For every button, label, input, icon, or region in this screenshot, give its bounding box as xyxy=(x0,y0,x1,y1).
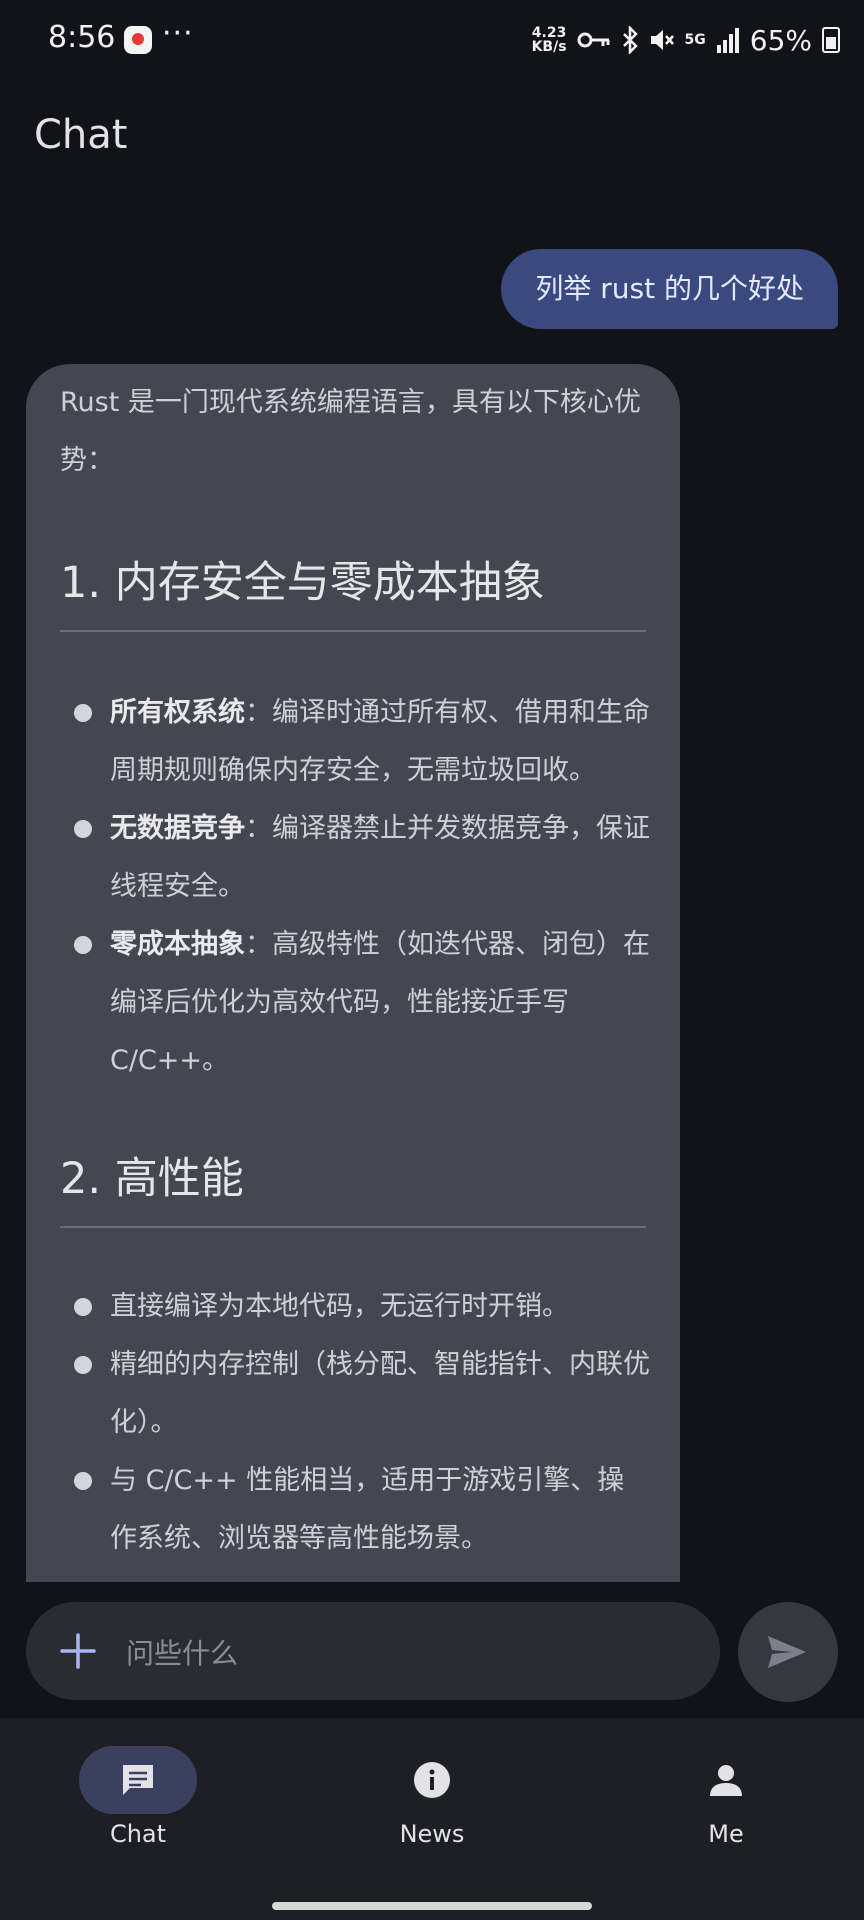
nav-item-news[interactable]: News xyxy=(352,1746,512,1848)
chat-area[interactable]: 列举 rust 的几个好处 Rust 是一门现代系统编程语言，具有以下核心优势：… xyxy=(0,200,864,1582)
list-item-bold: 所有权系统 xyxy=(110,697,245,728)
status-bar: 8:56 ··· 4.23 KB/s 5G 65% xyxy=(0,0,864,80)
message-input-bar[interactable]: 问些什么 xyxy=(26,1602,720,1700)
bottom-navigation: Chat News Me xyxy=(0,1718,864,1920)
list-item-bold: 零成本抽象 xyxy=(110,929,245,960)
vpn-key-icon xyxy=(577,32,610,48)
nav-label-me: Me xyxy=(708,1820,744,1848)
list-item: 直接编译为本地代码，无运行时开销。 xyxy=(60,1278,650,1336)
net-speed: 4.23 KB/s xyxy=(532,26,567,54)
send-button[interactable] xyxy=(738,1602,838,1702)
nav-item-chat[interactable]: Chat xyxy=(58,1746,218,1848)
list-item: 所有权系统：编译时通过所有权、借用和生命周期规则确保内存安全，无需垃圾回收。 xyxy=(60,684,650,800)
home-indicator[interactable] xyxy=(272,1902,592,1910)
battery-charging-icon xyxy=(822,27,840,53)
list-item-bold: 无数据竞争 xyxy=(110,813,245,844)
app-notification-icon xyxy=(124,26,152,54)
list-item-text: 与 C/C++ 性能相当，适用于游戏引擎、操作系统、浏览器等高性能场景。 xyxy=(110,1465,625,1554)
section-heading: 1. 内存安全与零成本抽象 xyxy=(60,548,646,632)
bluetooth-icon xyxy=(622,26,638,54)
send-icon xyxy=(768,1636,806,1668)
list-item: 零成本抽象：高级特性（如迭代器、闭包）在编译后优化为高效代码，性能接近手写 C/… xyxy=(60,916,650,1090)
list-item: 精细的内存控制（栈分配、智能指针、内联优化）。 xyxy=(60,1336,650,1452)
chat-icon xyxy=(123,1765,153,1795)
section-heading: 2. 高性能 xyxy=(60,1144,646,1228)
person-icon xyxy=(710,1765,742,1796)
battery-level: 65% xyxy=(749,23,812,57)
signal-icon xyxy=(716,28,739,53)
page-title: Chat xyxy=(34,112,128,158)
status-icons: 4.23 KB/s 5G 65% xyxy=(532,22,840,58)
section-list: 直接编译为本地代码，无运行时开销。 精细的内存控制（栈分配、智能指针、内联优化）… xyxy=(60,1278,650,1568)
net-speed-unit: KB/s xyxy=(531,39,567,55)
list-item: 无数据竞争：编译器禁止并发数据竞争，保证线程安全。 xyxy=(60,800,650,916)
list-item-text: 直接编译为本地代码，无运行时开销。 xyxy=(110,1291,569,1322)
more-notifications-icon: ··· xyxy=(162,16,194,51)
info-icon xyxy=(414,1762,450,1798)
nav-news-indicator[interactable] xyxy=(373,1746,491,1814)
user-message-bubble[interactable]: 列举 rust 的几个好处 xyxy=(501,249,838,329)
message-input[interactable]: 问些什么 xyxy=(126,1632,238,1672)
nav-item-me[interactable]: Me xyxy=(646,1746,806,1848)
nav-chat-indicator[interactable] xyxy=(79,1746,197,1814)
list-item-text: 精细的内存控制（栈分配、智能指针、内联优化）。 xyxy=(110,1349,650,1438)
nav-label-chat: Chat xyxy=(109,1820,167,1848)
status-time: 8:56 xyxy=(48,20,116,55)
mute-icon xyxy=(650,30,674,50)
add-icon[interactable] xyxy=(58,1631,98,1671)
assistant-intro: Rust 是一门现代系统编程语言，具有以下核心优势： xyxy=(60,387,641,476)
list-item: 与 C/C++ 性能相当，适用于游戏引擎、操作系统、浏览器等高性能场景。 xyxy=(60,1452,650,1568)
nav-me-indicator[interactable] xyxy=(667,1746,785,1814)
section-list: 所有权系统：编译时通过所有权、借用和生命周期规则确保内存安全，无需垃圾回收。 无… xyxy=(60,684,650,1090)
assistant-message-bubble[interactable]: Rust 是一门现代系统编程语言，具有以下核心优势： 1. 内存安全与零成本抽象… xyxy=(26,364,680,1582)
nav-label-news: News xyxy=(399,1820,465,1848)
network-type: 5G xyxy=(684,32,706,48)
